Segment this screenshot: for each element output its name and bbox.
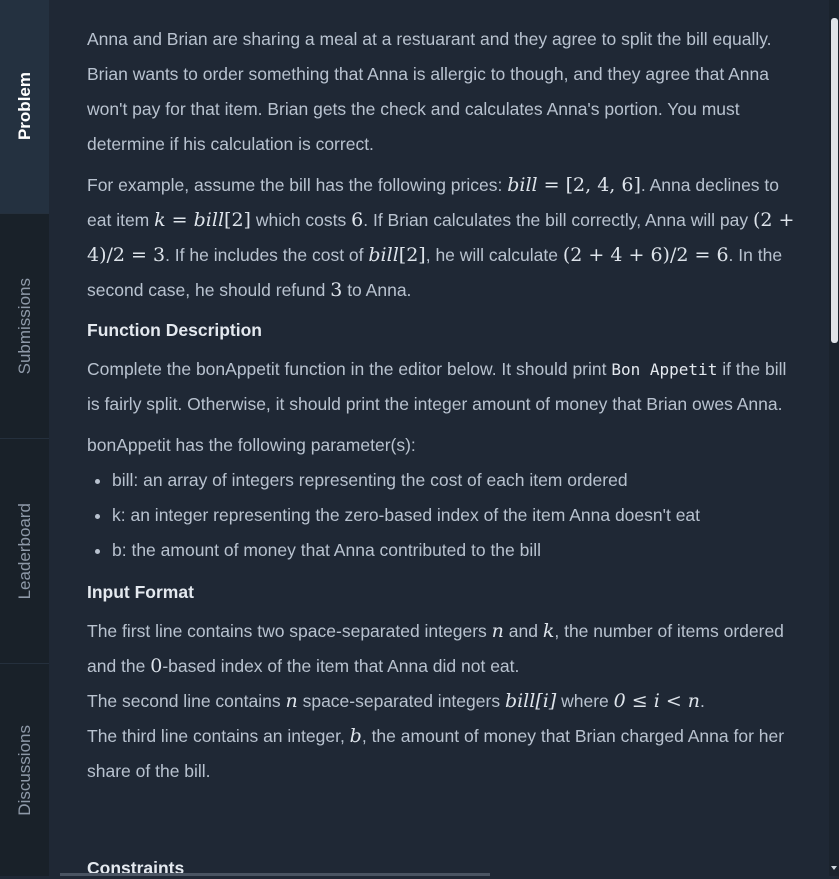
example-text: to Anna. <box>342 280 412 300</box>
math-range: 0 ≤ i < n <box>613 690 701 712</box>
tab-problem[interactable]: Problem <box>0 0 49 214</box>
param-item: bill: an array of integers representing … <box>112 463 799 498</box>
math-bill-i: bill[i] <box>504 690 557 712</box>
input-line-1: The first line contains two space-separa… <box>87 614 799 684</box>
tab-leaderboard[interactable]: Leaderboard <box>0 439 49 664</box>
input-text: The third line contains an integer, <box>87 726 350 746</box>
function-description-paragraph: Complete the bonAppetit function in the … <box>87 352 799 422</box>
tab-problem-label: Problem <box>14 72 34 141</box>
function-description-heading: Function Description <box>87 320 262 340</box>
example-text: . If Brian calculates the bill correctly… <box>363 210 753 230</box>
tab-discussions-label: Discussions <box>14 724 34 816</box>
math-index: [2] <box>224 209 251 231</box>
example-text: , he will calculate <box>425 245 563 265</box>
input-text: space-separated integers <box>297 691 505 711</box>
problem-statement: Anna and Brian are sharing a meal at a r… <box>87 22 799 795</box>
intro-paragraph: Anna and Brian are sharing a meal at a r… <box>87 29 772 154</box>
math-index: [2] <box>398 244 426 266</box>
math-k: k <box>154 209 166 231</box>
input-text: . <box>700 691 705 711</box>
math-b: b <box>349 725 362 747</box>
params-intro: bonAppetit has the following parameter(s… <box>87 435 416 455</box>
input-line-3: The third line contains an integer, b, t… <box>87 719 799 789</box>
scrollbar-thumb[interactable] <box>831 18 838 343</box>
math-bill: bill <box>193 209 225 231</box>
math-zero: 0 <box>150 655 163 677</box>
bon-appetit-code: Bon Appetit <box>611 360 718 379</box>
input-text: where <box>556 691 614 711</box>
math-n: n <box>491 620 504 642</box>
input-text: and <box>503 621 543 641</box>
math-eq: = <box>165 209 194 231</box>
vertical-scrollbar[interactable] <box>829 0 839 876</box>
tab-submissions[interactable]: Submissions <box>0 214 49 439</box>
math-calc-wrong: (2 + 4 + 6)/2 = 6 <box>562 244 729 266</box>
math-k: k <box>542 620 555 642</box>
params-list: bill: an array of integers representing … <box>87 463 799 568</box>
tab-submissions-label: Submissions <box>14 277 34 375</box>
example-text: which costs <box>250 210 352 230</box>
example-paragraph: For example, assume the bill has the fol… <box>87 168 799 308</box>
math-n: n <box>285 690 298 712</box>
param-item: b: the amount of money that Anna contrib… <box>112 533 799 568</box>
tab-discussions[interactable]: Discussions <box>0 664 49 876</box>
math-bill: bill <box>507 174 538 196</box>
example-text: . If he includes the cost of <box>165 245 369 265</box>
math-bill: bill <box>368 244 399 266</box>
tab-leaderboard-label: Leaderboard <box>14 502 34 600</box>
input-text: -based index of the item that Anna did n… <box>162 656 520 676</box>
scroll-down-arrow-icon[interactable] <box>831 866 837 870</box>
math-bill-values: = [2, 4, 6] <box>537 174 641 196</box>
param-item: k: an integer representing the zero-base… <box>112 498 799 533</box>
function-text: Complete the bonAppetit function in the … <box>87 359 612 379</box>
math-refund: 3 <box>330 279 343 301</box>
math-six: 6 <box>351 209 364 231</box>
sidebar: Problem Submissions Leaderboard Discussi… <box>0 0 49 876</box>
input-text: The first line contains two space-separa… <box>87 621 492 641</box>
example-text: For example, assume the bill has the fol… <box>87 175 508 195</box>
input-format-heading: Input Format <box>87 582 194 602</box>
input-line-2: The second line contains n space-separat… <box>87 684 799 719</box>
input-text: The second line contains <box>87 691 286 711</box>
